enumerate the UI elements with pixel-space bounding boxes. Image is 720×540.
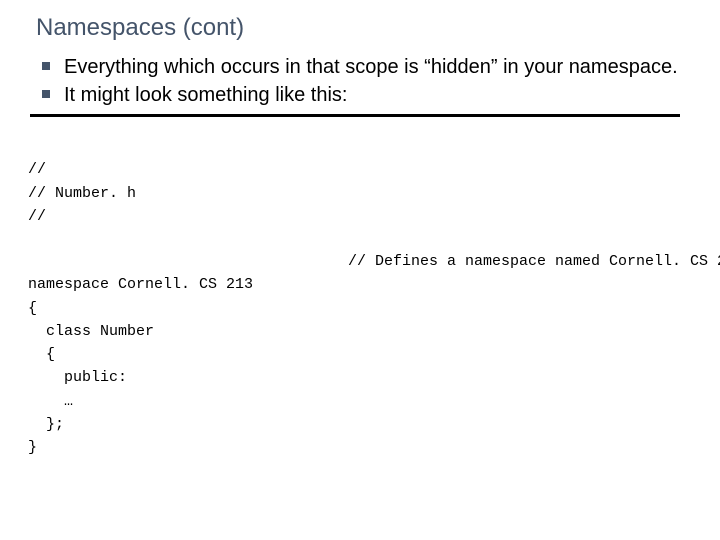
- code-line: }: [28, 439, 37, 456]
- code-line: //: [28, 161, 46, 178]
- bullet-list: Everything which occurs in that scope is…: [24, 54, 696, 108]
- code-line: …: [28, 393, 73, 410]
- code-line: namespace Cornell. CS 213: [28, 276, 253, 293]
- code-block-comments: // // Number. h //: [28, 135, 696, 228]
- code-line: //: [28, 208, 46, 225]
- code-line: class Number: [28, 323, 154, 340]
- slide-title: Namespaces (cont): [36, 14, 696, 42]
- slide: Namespaces (cont) Everything which occur…: [0, 0, 720, 540]
- code-line: // Number. h: [28, 185, 136, 202]
- bullet-item: It might look something like this:: [36, 82, 696, 108]
- code-line: };: [28, 416, 64, 433]
- bullet-item: Everything which occurs in that scope is…: [36, 54, 696, 80]
- code-block-namespace: namespace Cornell. CS 213// Defines a na…: [28, 250, 696, 459]
- code-comment: // Defines a namespace named Cornell. CS…: [348, 250, 720, 273]
- code-line: {: [28, 300, 37, 317]
- code-line: public:: [28, 369, 127, 386]
- code-line: {: [28, 346, 55, 363]
- divider: [30, 114, 680, 117]
